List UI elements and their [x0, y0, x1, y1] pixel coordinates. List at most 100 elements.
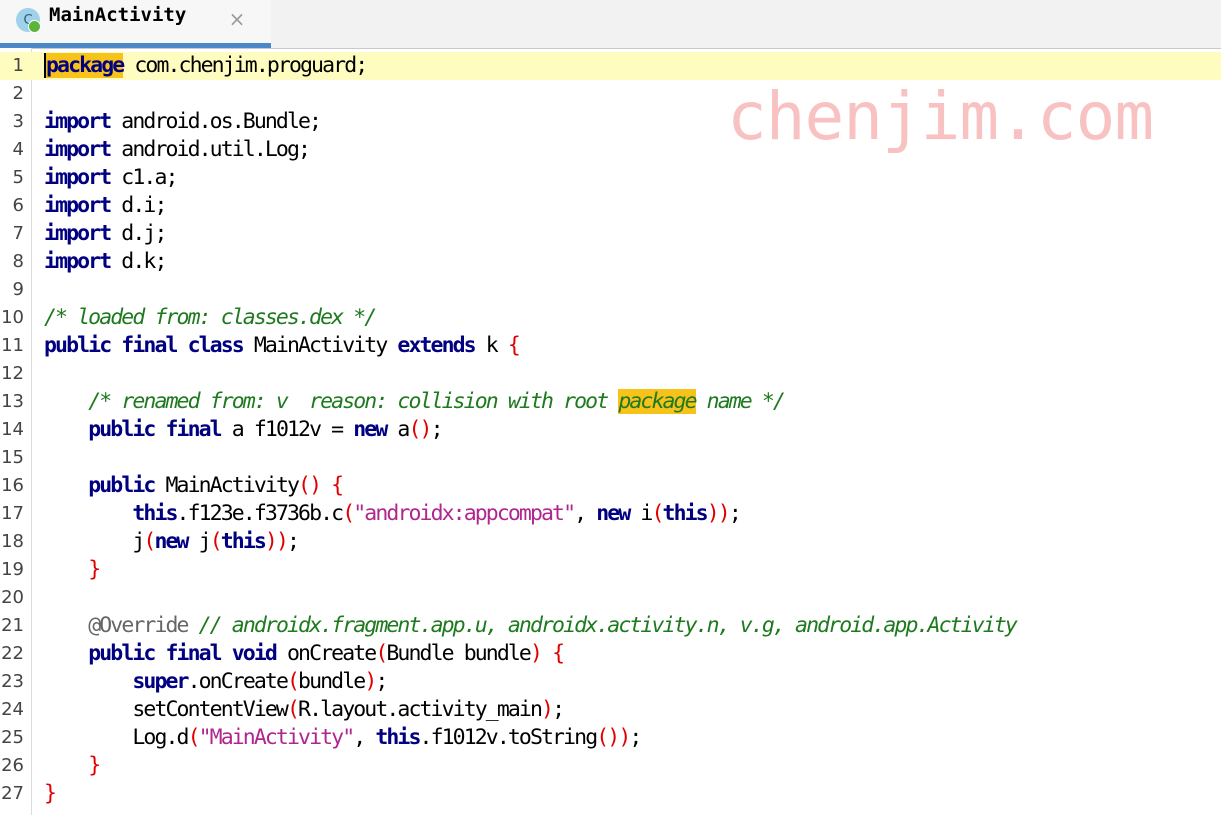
line-number: 15 [1, 447, 24, 468]
code-token: ( [651, 501, 664, 526]
code-token: } [44, 781, 57, 806]
code-text: Log.d("MainActivity", this.f1012v.toStri… [44, 724, 642, 752]
code-line[interactable]: 1 package com.chenjim.proguard; [0, 52, 1221, 80]
code-token: () [408, 417, 432, 442]
code-token: import [44, 137, 112, 162]
code-token: ( [143, 529, 156, 554]
code-token: { [552, 641, 565, 666]
code-token: ) [364, 669, 377, 694]
code-text: import d.k; [44, 248, 167, 276]
code-token: new [154, 529, 189, 554]
code-token: j [44, 529, 145, 554]
code-line[interactable]: 20 [0, 584, 1221, 612]
code-token: } [88, 557, 101, 582]
code-token: ( [286, 697, 300, 722]
code-line[interactable]: 5 import c1.a; [0, 164, 1221, 192]
code-token: ; [629, 725, 642, 750]
code-line[interactable]: 17 this.f123e.f3736b.c("androidx:appcomp… [0, 500, 1221, 528]
code-token: "androidx:appcompat" [353, 501, 576, 526]
code-text: public final a f1012v = new a(); [44, 416, 443, 444]
code-line[interactable]: 24 setContentView(R.layout.activity_main… [0, 696, 1221, 724]
code-line[interactable]: 22 public final void onCreate(Bundle bun… [0, 640, 1221, 668]
line-number: 10 [1, 307, 24, 328]
code-token: this [662, 501, 709, 526]
code-token: k [474, 333, 508, 358]
code-line[interactable]: 27} [0, 780, 1221, 808]
code-line[interactable]: 11 public final class MainActivity extend… [0, 332, 1221, 360]
code-text: this.f123e.f3736b.c("androidx:appcompat"… [44, 500, 741, 528]
code-line[interactable]: 4 import android.util.Log; [0, 136, 1221, 164]
code-line[interactable]: 15 [0, 444, 1221, 472]
code-token: extends [397, 333, 476, 358]
code-token: /* renamed from: v reason: collision wit… [88, 389, 619, 414]
code-token: { [331, 473, 344, 498]
code-line[interactable]: 12 [0, 360, 1221, 388]
code-token: { [507, 333, 521, 358]
code-token: R.layout.activity_main [298, 697, 543, 722]
code-line[interactable]: 16 public MainActivity() { [0, 472, 1221, 500]
code-token: public [88, 473, 156, 498]
code-line[interactable]: 8 import d.k; [0, 248, 1221, 276]
code-token: public final [88, 417, 222, 442]
code-token: @Override [88, 613, 189, 638]
line-number: 3 [12, 111, 24, 132]
code-line[interactable]: 6 import d.i; [0, 192, 1221, 220]
code-line[interactable]: 3 import android.os.Bundle; [0, 108, 1221, 136]
code-line[interactable]: 13 /* renamed from: v reason: collision … [0, 388, 1221, 416]
code-token: , [353, 725, 376, 750]
line-number: 12 [1, 363, 24, 384]
line-number: 5 [12, 167, 24, 188]
code-text: import c1.a; [44, 164, 178, 192]
line-number: 6 [12, 195, 24, 216]
code-token: d.k; [110, 249, 167, 274]
code-line[interactable]: 7 import d.j; [0, 220, 1221, 248]
code-text: @Override // androidx.fragment.app.u, an… [44, 612, 1018, 640]
status-dot-icon [28, 20, 41, 33]
code-token: package [44, 53, 125, 78]
code-text: public final class MainActivity extends … [44, 332, 521, 360]
tab-mainactivity[interactable]: C MainActivity × [0, 0, 271, 48]
code-line[interactable]: 23 super.onCreate(bundle); [0, 668, 1221, 696]
line-number: 20 [1, 587, 24, 608]
code-line[interactable]: 9 [0, 276, 1221, 304]
code-line[interactable]: 19 } [0, 556, 1221, 584]
line-number: 11 [1, 335, 24, 356]
code-text: import android.util.Log; [44, 136, 311, 164]
code-token: d.j; [110, 221, 167, 246]
code-line[interactable]: 14 public final a f1012v = new a(); [0, 416, 1221, 444]
code-token: .f123e.f3736b.c [176, 501, 345, 526]
tab-title: MainActivity [49, 4, 187, 26]
code-line[interactable]: 2 [0, 80, 1221, 108]
line-number: 26 [1, 755, 24, 776]
code-editor[interactable]: 1 package com.chenjim.proguard; 2 3 import a… [0, 48, 1221, 815]
code-token: ( [187, 725, 201, 750]
code-token: public final void [88, 641, 278, 666]
line-number: 24 [1, 699, 24, 720]
code-token: ( [342, 501, 355, 526]
code-token: android.util.Log; [110, 137, 311, 162]
line-number: 27 [1, 783, 24, 804]
code-token: this [220, 529, 267, 554]
code-token: ( [209, 529, 223, 554]
line-number: 1 [12, 55, 24, 76]
code-text: j(new j(this)); [44, 528, 300, 556]
code-line[interactable]: 25 Log.d("MainActivity", this.f1012v.toS… [0, 724, 1221, 752]
code-line[interactable]: 10 /* loaded from: classes.dex */ [0, 304, 1221, 332]
code-token: package [618, 389, 698, 414]
code-token: ; [287, 529, 300, 554]
code-token: ()) [596, 725, 631, 750]
code-token: import [44, 249, 112, 274]
code-line[interactable]: 26 } [0, 752, 1221, 780]
code-line[interactable]: 18 j(new j(this)); [0, 528, 1221, 556]
code-line[interactable]: 21 @Override // androidx.fragment.app.u,… [0, 612, 1221, 640]
close-icon[interactable]: × [227, 8, 247, 30]
code-token: j [187, 529, 212, 554]
line-number: 16 [1, 475, 24, 496]
